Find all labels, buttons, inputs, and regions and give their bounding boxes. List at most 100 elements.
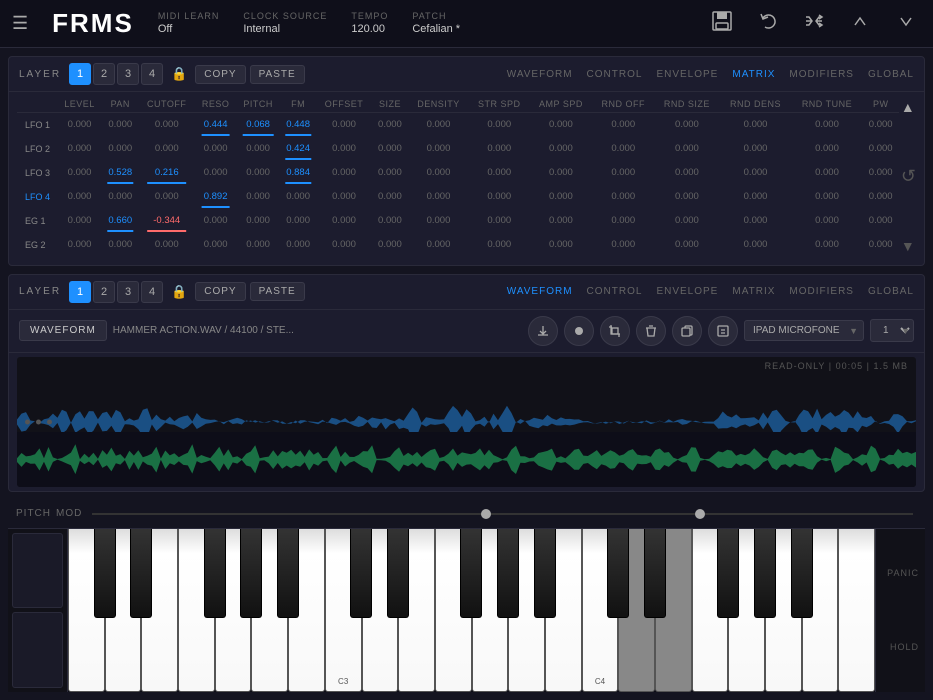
cell-value[interactable]: 0.000 — [57, 185, 102, 209]
cell-value[interactable]: 0.000 — [57, 137, 102, 161]
cell-value[interactable]: 0.000 — [57, 209, 102, 233]
tab-2-global[interactable]: GLOBAL — [868, 286, 914, 297]
cell-value[interactable]: 0.000 — [530, 113, 593, 137]
cell-value[interactable]: 0.000 — [862, 137, 898, 161]
layer-2-btn-1[interactable]: 1 — [69, 281, 91, 303]
cell-value[interactable]: 0.892 — [195, 185, 236, 209]
black-key[interactable] — [204, 529, 226, 619]
cell-value[interactable]: 0.000 — [408, 209, 469, 233]
black-key[interactable] — [534, 529, 556, 619]
download-icon-btn[interactable] — [528, 316, 558, 346]
cell-value[interactable]: 0.000 — [791, 209, 862, 233]
matrix-row[interactable]: LFO 20.0000.0000.0000.0000.0000.4240.000… — [17, 137, 899, 161]
scroll-up-icon[interactable]: ▲ — [901, 100, 916, 114]
cell-value[interactable]: 0.068 — [236, 113, 280, 137]
cell-value[interactable]: 0.000 — [236, 209, 280, 233]
undo-matrix-icon[interactable]: ↺ — [901, 167, 916, 185]
cell-value[interactable]: 0.000 — [654, 185, 719, 209]
cell-value[interactable]: 0.000 — [280, 209, 316, 233]
cell-value[interactable]: 0.000 — [720, 113, 792, 137]
cell-value[interactable]: 0.444 — [195, 113, 236, 137]
cell-value[interactable]: 0.000 — [862, 233, 898, 257]
cell-value[interactable]: 0.000 — [469, 113, 530, 137]
cell-value[interactable]: 0.000 — [102, 137, 138, 161]
cell-value[interactable]: 0.000 — [530, 161, 593, 185]
matrix-row[interactable]: EG 20.0000.0000.0000.0000.0000.0000.0000… — [17, 233, 899, 257]
cell-value[interactable]: 0.000 — [720, 209, 792, 233]
cell-value[interactable]: 0.000 — [791, 113, 862, 137]
cell-value[interactable]: 0.000 — [791, 161, 862, 185]
cell-value[interactable]: 0.000 — [280, 233, 316, 257]
white-key[interactable] — [838, 529, 875, 693]
cell-value[interactable]: 0.000 — [236, 233, 280, 257]
black-key[interactable] — [130, 529, 152, 619]
cell-value[interactable]: 0.000 — [138, 113, 195, 137]
tab-1-waveform[interactable]: WAVEFORM — [507, 69, 573, 80]
black-key[interactable] — [754, 529, 776, 619]
black-key[interactable] — [460, 529, 482, 619]
black-key[interactable] — [240, 529, 262, 619]
cell-value[interactable]: 0.000 — [720, 185, 792, 209]
pitch-mod-thumb-1[interactable] — [481, 509, 491, 519]
cell-value[interactable]: 0.000 — [862, 161, 898, 185]
layer-2-paste-button[interactable]: PASTE — [250, 282, 305, 301]
cell-value[interactable]: 0.000 — [102, 233, 138, 257]
cell-value[interactable]: 0.000 — [654, 137, 719, 161]
cell-value[interactable]: 0.000 — [102, 185, 138, 209]
shuffle-button[interactable] — [799, 6, 829, 41]
cell-value[interactable]: 0.000 — [469, 161, 530, 185]
black-key[interactable] — [497, 529, 519, 619]
cell-value[interactable]: 0.000 — [791, 137, 862, 161]
cell-value[interactable]: 0.660 — [102, 209, 138, 233]
black-key[interactable] — [350, 529, 372, 619]
prev-patch-button[interactable] — [845, 6, 875, 41]
cell-value[interactable]: 0.000 — [530, 137, 593, 161]
cell-value[interactable]: 0.000 — [862, 185, 898, 209]
cell-value[interactable]: 0.000 — [592, 233, 654, 257]
cell-value[interactable]: 0.000 — [654, 233, 719, 257]
black-key[interactable] — [387, 529, 409, 619]
cell-value[interactable]: 0.000 — [57, 233, 102, 257]
tab-2-waveform[interactable]: WAVEFORM — [507, 286, 573, 297]
cell-value[interactable]: 0.000 — [372, 161, 408, 185]
layer-1-btn-3[interactable]: 3 — [117, 63, 139, 85]
black-key[interactable] — [607, 529, 629, 619]
paste-wave-icon-btn[interactable] — [708, 316, 738, 346]
black-key[interactable] — [644, 529, 666, 619]
delete-icon-btn[interactable] — [636, 316, 666, 346]
tab-2-control[interactable]: CONTROL — [587, 286, 643, 297]
matrix-row[interactable]: LFO 40.0000.0000.0000.8920.0000.0000.000… — [17, 185, 899, 209]
cell-value[interactable]: 0.000 — [720, 233, 792, 257]
cell-value[interactable]: 0.000 — [408, 137, 469, 161]
pitch-mod-thumb-2[interactable] — [695, 509, 705, 519]
record-icon-btn[interactable] — [564, 316, 594, 346]
cell-value[interactable]: 0.424 — [280, 137, 316, 161]
cell-value[interactable]: 0.000 — [530, 209, 593, 233]
cell-value[interactable]: 0.000 — [138, 233, 195, 257]
hamburger-icon[interactable]: ☰ — [12, 13, 28, 34]
cell-value[interactable]: 0.000 — [469, 137, 530, 161]
device-select[interactable]: IPAD MICROFONE — [744, 320, 864, 341]
channel-select[interactable]: 1 — [870, 319, 914, 342]
tab-2-modifiers[interactable]: MODIFIERS — [789, 286, 854, 297]
cell-value[interactable]: 0.000 — [316, 137, 372, 161]
cell-value[interactable]: 0.000 — [592, 113, 654, 137]
copy-wave-icon-btn[interactable] — [672, 316, 702, 346]
waveform-display[interactable]: READ-ONLY | 00:05 | 1.5 MB — [17, 357, 916, 487]
cell-value[interactable]: 0.000 — [592, 185, 654, 209]
cell-value[interactable]: 0.000 — [654, 161, 719, 185]
layer-1-copy-button[interactable]: COPY — [195, 65, 245, 84]
cell-value[interactable]: 0.000 — [791, 185, 862, 209]
matrix-row[interactable]: LFO 10.0000.0000.0000.4440.0680.4480.000… — [17, 113, 899, 137]
cell-value[interactable]: 0.000 — [469, 209, 530, 233]
cell-value[interactable]: 0.000 — [592, 209, 654, 233]
black-key[interactable] — [791, 529, 813, 619]
tab-1-modifiers[interactable]: MODIFIERS — [789, 69, 854, 80]
cell-value[interactable]: 0.884 — [280, 161, 316, 185]
cell-value[interactable]: 0.000 — [720, 137, 792, 161]
cell-value[interactable]: 0.000 — [791, 233, 862, 257]
cell-value[interactable]: -0.344 — [138, 209, 195, 233]
cell-value[interactable]: 0.000 — [316, 209, 372, 233]
cell-value[interactable]: 0.000 — [195, 209, 236, 233]
cell-value[interactable]: 0.000 — [530, 185, 593, 209]
